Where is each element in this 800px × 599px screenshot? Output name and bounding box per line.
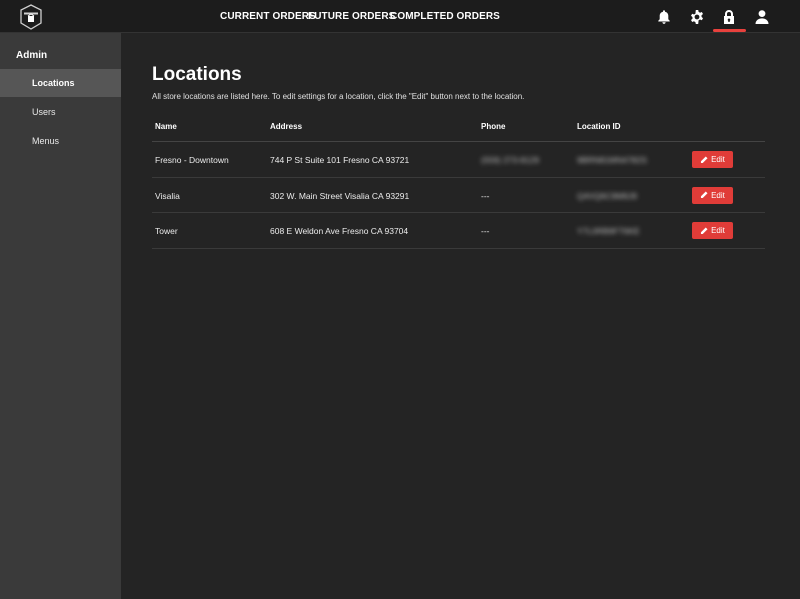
location-name: Fresno - Downtown <box>155 155 229 165</box>
sidebar-heading: Admin <box>16 50 48 61</box>
nav-completed-orders[interactable]: COMPLETED ORDERS <box>390 11 500 22</box>
sidebar-item-label: Users <box>32 107 56 117</box>
locations-table: Name Address Phone Location ID Fresno - … <box>152 113 765 249</box>
sidebar-item-label: Locations <box>32 78 75 88</box>
main-content: Locations All store locations are listed… <box>121 33 800 599</box>
location-name: Tower <box>155 226 178 236</box>
column-header-name: Name <box>155 122 177 131</box>
lock-icon[interactable] <box>719 7 739 27</box>
column-header-phone: Phone <box>481 122 506 131</box>
column-header-location-id: Location ID <box>577 122 621 131</box>
location-id: Q4VQ6C9M9J9 <box>577 190 637 201</box>
location-id: 9BRN81MN4782S <box>577 155 647 165</box>
table-row: Visalia 302 W. Main Street Visalia CA 93… <box>152 178 765 213</box>
gear-icon[interactable] <box>687 7 707 27</box>
sidebar-item-label: Menus <box>32 136 60 146</box>
location-phone: --- <box>481 226 490 236</box>
table-header: Name Address Phone Location ID <box>152 113 765 142</box>
location-address: 608 E Weldon Ave Fresno CA 93704 <box>270 226 409 236</box>
pencil-icon <box>700 226 708 235</box>
sidebar-item-users[interactable]: Users <box>0 98 121 126</box>
column-header-address: Address <box>270 122 303 131</box>
edit-button[interactable]: Edit <box>692 151 733 168</box>
edit-button-label: Edit <box>711 190 725 200</box>
location-address: 302 W. Main Street Visalia CA 93291 <box>270 190 410 201</box>
pencil-icon <box>700 155 708 164</box>
edit-button[interactable]: Edit <box>692 222 733 239</box>
location-name: Visalia <box>155 190 180 201</box>
nav-future-orders[interactable]: FUTURE ORDERS <box>308 11 395 22</box>
page-description: All store locations are listed here. To … <box>152 92 525 101</box>
location-phone: --- <box>481 190 490 201</box>
table-row: Fresno - Downtown 744 P St Suite 101 Fre… <box>152 142 765 178</box>
location-address: 744 P St Suite 101 Fresno CA 93721 <box>270 155 410 165</box>
edit-button-label: Edit <box>711 155 725 164</box>
location-phone: (559) 273-8129 <box>481 155 540 165</box>
edit-button-label: Edit <box>711 226 725 235</box>
top-navigation-bar: CURRENT ORDERS FUTURE ORDERS COMPLETED O… <box>0 0 800 33</box>
nav-current-orders[interactable]: CURRENT ORDERS <box>220 11 316 22</box>
bell-icon[interactable] <box>654 7 674 27</box>
user-icon[interactable] <box>752 7 772 27</box>
active-tab-indicator <box>713 29 746 32</box>
page-title: Locations <box>152 64 242 85</box>
sidebar-item-locations[interactable]: Locations <box>0 69 121 97</box>
sidebar: Admin Locations Users Menus <box>0 33 121 599</box>
edit-button[interactable]: Edit <box>692 186 733 204</box>
pencil-icon <box>700 191 708 199</box>
sidebar-item-menus[interactable]: Menus <box>0 127 121 155</box>
location-id: Y7L0RB9FT6KE <box>577 226 640 236</box>
table-row: Tower 608 E Weldon Ave Fresno CA 93704 -… <box>152 213 765 249</box>
main-nav: CURRENT ORDERS FUTURE ORDERS COMPLETED O… <box>0 0 800 33</box>
